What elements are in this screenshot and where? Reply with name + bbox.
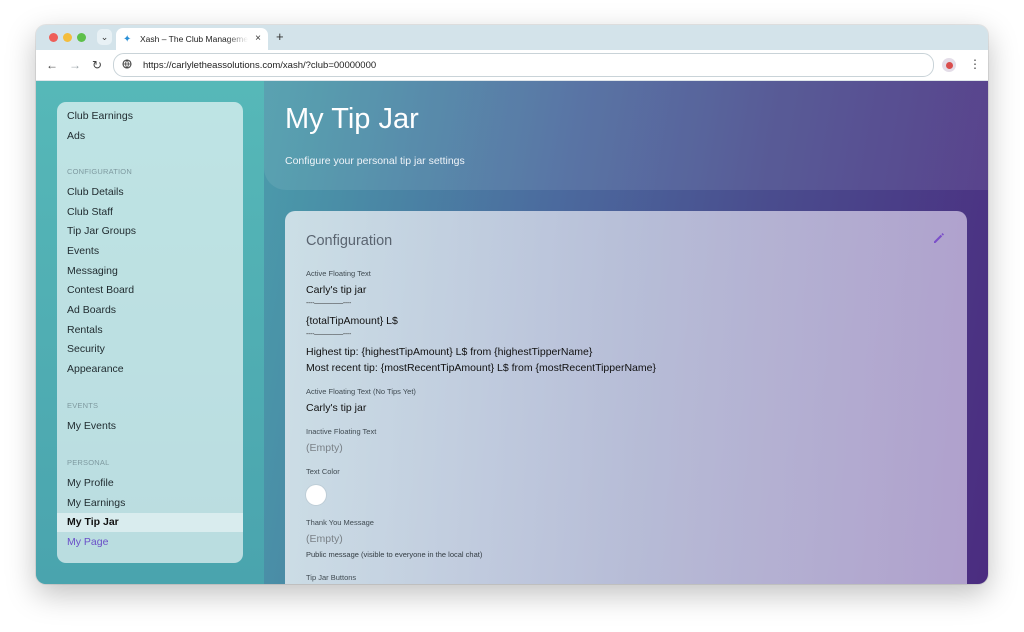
xash-favicon-icon: ✦: [123, 33, 132, 45]
inactive-text-value: (Empty): [306, 442, 343, 454]
page-header: My Tip Jar Configure your personal tip j…: [264, 81, 988, 190]
thank-you-label: Thank You Message: [306, 518, 374, 527]
active-text-line-5: Highest tip: {highestTipAmount} L$ from …: [306, 346, 593, 358]
sidebar-item-rentals[interactable]: Rentals: [57, 321, 243, 340]
sidebar-pane: Club Earnings Ads CONFIGURATION Club Det…: [36, 81, 264, 584]
sidebar-item-events[interactable]: Events: [57, 242, 243, 261]
active-text-line-3: {totalTipAmount} L$: [306, 315, 398, 327]
sidebar-item-my-profile[interactable]: My Profile: [57, 474, 243, 493]
active-text-line-4: ----‒‒‒‒‒‒‒‒----: [306, 331, 351, 338]
active-text-line-6: Most recent tip: {mostRecentTipAmount} L…: [306, 362, 656, 374]
active-text-line-1: Carly's tip jar: [306, 284, 367, 296]
url-text: https://carlyletheassolutions.com/xash/?…: [143, 59, 377, 71]
sidebar-section-events: EVENTS: [67, 401, 99, 410]
sidebar-item-ad-boards[interactable]: Ad Boards: [57, 301, 243, 320]
active-text-line-2: ----‒‒‒‒‒‒‒‒----: [306, 300, 351, 307]
close-window-button[interactable]: [49, 33, 58, 42]
tab-search-button[interactable]: ⌄: [97, 29, 112, 45]
browser-toolbar: ← → ↻ https://carlyletheassolutions.com/…: [36, 50, 988, 81]
sidebar-item-my-tip-jar[interactable]: My Tip Jar: [57, 513, 243, 532]
tab-strip: ⌄ ✦ Xash – The Club Management × +: [36, 25, 988, 50]
extension-icon[interactable]: [942, 58, 956, 72]
sidebar-item-my-events[interactable]: My Events: [57, 417, 243, 436]
close-tab-icon[interactable]: ×: [255, 33, 261, 44]
maximize-window-button[interactable]: [77, 33, 86, 42]
page-viewport: Club Earnings Ads CONFIGURATION Club Det…: [36, 81, 988, 584]
thank-you-value: (Empty): [306, 533, 343, 545]
chevron-down-icon: ⌄: [100, 31, 109, 42]
tab-title: Xash – The Club Management: [140, 34, 248, 44]
no-tips-text-label: Active Floating Text (No Tips Yet): [306, 387, 416, 396]
address-bar[interactable]: https://carlyletheassolutions.com/xash/?…: [113, 53, 934, 77]
thank-you-help-text: Public message (visible to everyone in t…: [306, 550, 483, 559]
reload-icon[interactable]: ↻: [92, 58, 102, 72]
minimize-window-button[interactable]: [63, 33, 72, 42]
back-icon[interactable]: ←: [46, 58, 58, 72]
forward-icon[interactable]: →: [69, 58, 81, 72]
pencil-edit-icon[interactable]: [932, 231, 946, 245]
sidebar: Club Earnings Ads CONFIGURATION Club Det…: [57, 102, 243, 563]
browser-tab[interactable]: ✦ Xash – The Club Management ×: [116, 28, 268, 50]
sidebar-item-my-earnings[interactable]: My Earnings: [57, 494, 243, 513]
sidebar-item-club-earnings[interactable]: Club Earnings: [57, 107, 243, 126]
text-color-swatch: [306, 485, 326, 505]
sidebar-item-club-staff[interactable]: Club Staff: [57, 203, 243, 222]
sidebar-item-ads[interactable]: Ads: [57, 127, 243, 146]
sidebar-section-personal: PERSONAL: [67, 458, 110, 467]
tip-jar-buttons-label: Tip Jar Buttons: [306, 573, 357, 582]
sidebar-item-my-page[interactable]: My Page: [57, 533, 243, 552]
new-tab-button[interactable]: +: [276, 30, 284, 44]
page-title: My Tip Jar: [285, 103, 419, 135]
no-tips-text-value: Carly's tip jar: [306, 402, 367, 414]
sidebar-item-security[interactable]: Security: [57, 340, 243, 359]
sidebar-item-tip-jar-groups[interactable]: Tip Jar Groups: [57, 222, 243, 241]
configuration-card: Configuration Active Floating Text Carly…: [285, 211, 967, 584]
active-text-label: Active Floating Text: [306, 269, 371, 278]
text-color-label: Text Color: [306, 467, 340, 476]
browser-menu-icon[interactable]: ⋮: [969, 57, 981, 71]
browser-window: ⌄ ✦ Xash – The Club Management × + ← → ↻…: [36, 25, 988, 584]
card-title: Configuration: [306, 233, 393, 249]
page-subtitle: Configure your personal tip jar settings: [285, 155, 465, 167]
inactive-text-label: Inactive Floating Text: [306, 427, 377, 436]
sidebar-item-contest-board[interactable]: Contest Board: [57, 281, 243, 300]
sidebar-item-club-details[interactable]: Club Details: [57, 183, 243, 202]
sidebar-section-configuration: CONFIGURATION: [67, 167, 132, 176]
sidebar-item-appearance[interactable]: Appearance: [57, 360, 243, 379]
site-info-icon[interactable]: [121, 58, 133, 72]
sidebar-item-messaging[interactable]: Messaging: [57, 262, 243, 281]
